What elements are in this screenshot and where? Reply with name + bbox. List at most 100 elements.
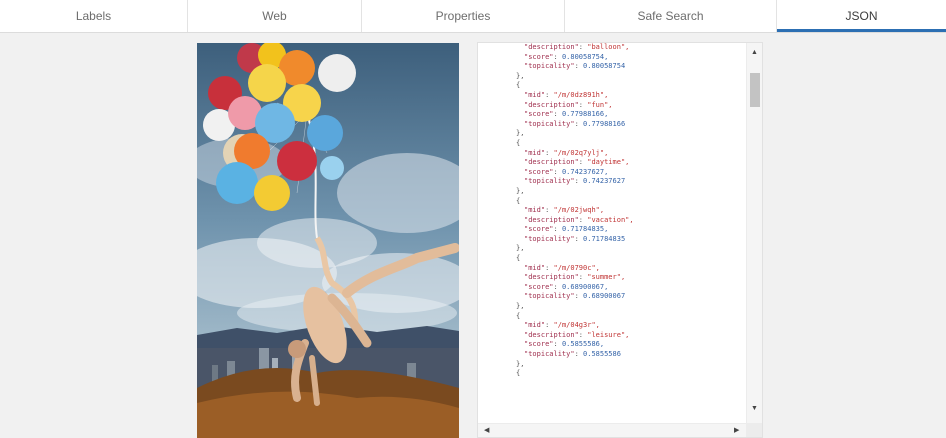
json-line: }, xyxy=(504,187,744,197)
json-line: "score": 0.80058754, xyxy=(504,53,744,63)
json-key: "description" xyxy=(524,43,579,51)
json-line: "description": "vacation", xyxy=(504,216,744,226)
tab-bar: Labels Web Properties Safe Search JSON xyxy=(0,0,946,33)
json-colon: : xyxy=(553,340,562,349)
json-line: "topicality": 0.74237627 xyxy=(504,177,744,187)
scroll-right-arrow-icon[interactable]: ▶ xyxy=(734,427,739,435)
json-line: }, xyxy=(504,244,744,254)
tab-web[interactable]: Web xyxy=(188,0,362,32)
json-line: "topicality": 0.80058754 xyxy=(504,62,744,72)
json-value: "/m/02q7ylj", xyxy=(553,148,609,157)
tab-safe-search[interactable]: Safe Search xyxy=(565,0,777,32)
tab-labels[interactable]: Labels xyxy=(0,0,188,32)
json-key: "description" xyxy=(524,158,579,167)
json-key: "description" xyxy=(524,215,579,224)
json-line: "topicality": 0.5855586 xyxy=(504,350,744,360)
json-colon: : xyxy=(545,321,554,330)
json-punctuation: }, xyxy=(516,244,525,253)
json-punctuation: }, xyxy=(516,186,525,195)
json-line: "topicality": 0.71784835 xyxy=(504,235,744,245)
json-value: "/m/0790c", xyxy=(553,263,600,272)
json-line: { xyxy=(504,254,744,264)
tab-properties[interactable]: Properties xyxy=(362,0,565,32)
json-colon: : xyxy=(545,148,554,157)
json-punctuation: { xyxy=(516,254,521,263)
json-value: 0.5855586 xyxy=(583,350,621,358)
json-line: "mid": "/m/04g3r", xyxy=(504,321,744,331)
json-line: "score": 0.5855586, xyxy=(504,340,744,350)
json-value: 0.68900067 xyxy=(583,292,626,301)
json-line: }, xyxy=(504,129,744,139)
json-line: "mid": "/m/0790c", xyxy=(504,264,744,274)
tab-json[interactable]: JSON xyxy=(777,0,946,32)
json-value: "vacation", xyxy=(587,215,634,224)
json-colon: : xyxy=(574,292,584,301)
json-line: "description": "daytime", xyxy=(504,158,744,168)
json-line: "score": 0.77988166, xyxy=(504,110,744,120)
json-code-view[interactable]: "description": "balloon", "score": 0.8005… xyxy=(504,43,744,425)
json-punctuation: { xyxy=(516,81,521,90)
json-line: { xyxy=(504,369,744,379)
json-colon: : xyxy=(574,177,584,186)
json-key: "score" xyxy=(524,225,554,234)
json-key: "topicality" xyxy=(524,292,575,301)
json-value: "/m/04g3r", xyxy=(553,321,600,330)
json-value: 0.77988166 xyxy=(583,119,626,128)
json-line: { xyxy=(504,139,744,149)
scroll-left-arrow-icon[interactable]: ◀ xyxy=(484,427,489,435)
vertical-scrollbar[interactable]: ▲ ▼ xyxy=(746,43,762,423)
json-value: "fun", xyxy=(587,100,613,109)
json-key: "mid" xyxy=(524,321,546,330)
json-line: "mid": "/m/02q7ylj", xyxy=(504,149,744,159)
json-key: "topicality" xyxy=(524,62,575,71)
vertical-scroll-thumb[interactable] xyxy=(750,73,760,107)
json-key: "topicality" xyxy=(524,177,575,186)
json-line: "description": "balloon", xyxy=(504,43,744,53)
json-colon: : xyxy=(545,90,554,99)
json-value: "/m/0dz891h", xyxy=(553,90,609,99)
json-line: "description": "fun", xyxy=(504,101,744,111)
json-line: "description": "summer", xyxy=(504,273,744,283)
scroll-up-arrow-icon[interactable]: ▲ xyxy=(751,49,758,57)
json-line: { xyxy=(504,81,744,91)
json-line: }, xyxy=(504,72,744,82)
json-value: 0.80058754 xyxy=(583,62,626,71)
json-colon: : xyxy=(574,119,584,128)
json-key: "score" xyxy=(524,167,554,176)
json-colon: : xyxy=(578,273,588,282)
json-colon: : xyxy=(578,100,588,109)
scroll-down-arrow-icon[interactable]: ▼ xyxy=(751,405,758,413)
json-line: }, xyxy=(504,302,744,312)
json-key: "description" xyxy=(524,100,579,109)
json-colon: : xyxy=(553,52,562,61)
json-punctuation: }, xyxy=(516,129,525,138)
json-punctuation: }, xyxy=(516,302,525,311)
analyzed-image xyxy=(197,43,459,438)
json-key: "score" xyxy=(524,52,554,61)
json-value: "/m/02jwqh", xyxy=(553,206,605,215)
json-line: "topicality": 0.77988166 xyxy=(504,120,744,130)
json-punctuation: { xyxy=(516,138,521,147)
json-value: 0.68900067, xyxy=(561,282,609,291)
json-colon: : xyxy=(553,167,562,176)
json-line: "score": 0.71784835, xyxy=(504,225,744,235)
json-response-panel[interactable]: "description": "balloon", "score": 0.8005… xyxy=(477,42,763,438)
json-colon: : xyxy=(553,282,562,291)
json-value: 0.74237627, xyxy=(561,167,609,176)
json-punctuation: { xyxy=(516,369,521,378)
json-key: "mid" xyxy=(524,206,546,215)
json-key: "mid" xyxy=(524,148,546,157)
json-key: "description" xyxy=(524,330,579,339)
json-colon: : xyxy=(578,215,588,224)
horizontal-scrollbar[interactable]: ◀ ▶ xyxy=(478,423,748,437)
json-value: "daytime", xyxy=(587,158,630,167)
json-key: "topicality" xyxy=(524,350,575,358)
json-line: "mid": "/m/02jwqh", xyxy=(504,206,744,216)
json-key: "description" xyxy=(524,273,579,282)
json-value: "leisure", xyxy=(587,330,630,339)
scrollbar-corner xyxy=(746,423,762,437)
json-colon: : xyxy=(545,206,554,215)
json-key: "mid" xyxy=(524,90,546,99)
json-line: "topicality": 0.68900067 xyxy=(504,292,744,302)
json-key: "mid" xyxy=(524,263,546,272)
